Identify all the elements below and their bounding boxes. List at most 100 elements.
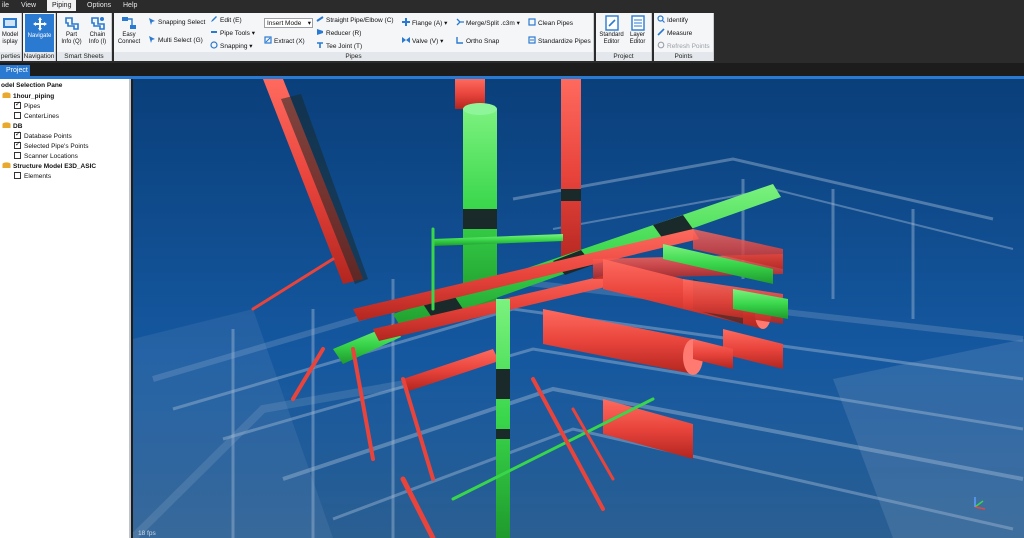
points-group: Identify Measure Refresh Points Points xyxy=(654,13,714,61)
model-selection-pane: odel Selection Pane 1hour_piping Pipes C… xyxy=(0,79,131,538)
tree-item-database-points[interactable]: Database Points xyxy=(14,130,72,142)
extract-label: Extract (X) xyxy=(274,38,305,45)
chevron-down-icon: ▾ xyxy=(516,20,520,27)
measure-label: Measure xyxy=(667,30,693,37)
properties-group: Model isplay perties xyxy=(0,13,22,61)
ortho-snap-label: Ortho Snap xyxy=(466,38,500,45)
tree-item-1hour-piping[interactable]: 1hour_piping xyxy=(2,92,54,102)
edit-button[interactable]: Edit (E) xyxy=(210,15,242,25)
edit-icon xyxy=(211,16,217,22)
tree-item-label: CenterLines xyxy=(24,113,60,120)
standardize-pipes-icon xyxy=(528,36,536,44)
menu-file[interactable]: ile xyxy=(0,0,14,11)
extract-button[interactable]: Extract (X) xyxy=(264,36,305,46)
multi-select-label: Multi Select (G) xyxy=(158,37,203,44)
measure-button[interactable]: Measure xyxy=(657,28,692,38)
snapping-button[interactable]: Snapping ▾ xyxy=(210,41,253,51)
flange-button[interactable]: Flange (A) ▾ xyxy=(402,18,447,28)
database-icon xyxy=(2,122,11,128)
easy-connect-label-1: Easy xyxy=(122,32,136,38)
refresh-points-button[interactable]: Refresh Points xyxy=(657,41,710,51)
layer-editor-label-2: Editor xyxy=(629,39,646,45)
tree-item-scanner-locations[interactable]: Scanner Locations xyxy=(14,152,78,162)
chain-info-label-2: Info (I) xyxy=(88,39,107,45)
valve-button[interactable]: Valve (V) ▾ xyxy=(402,36,443,46)
mode-select[interactable]: Insert Mode ▾ xyxy=(264,18,313,28)
tree-item-label: 1hour_piping xyxy=(13,93,55,100)
tree-item-elements[interactable]: Elements xyxy=(14,172,51,182)
snapping-select-button[interactable]: Snapping Select xyxy=(148,17,205,27)
multi-select-icon xyxy=(149,36,155,43)
properties-group-label: perties xyxy=(0,52,21,61)
scanner-locations-checkbox[interactable] xyxy=(14,152,21,159)
flange-icon xyxy=(402,18,410,26)
database-points-checkbox[interactable] xyxy=(14,130,21,139)
mode-select-value: Insert Mode xyxy=(267,20,302,27)
tree-item-label: Scanner Locations xyxy=(24,153,78,160)
navigate-button[interactable]: Navigate xyxy=(25,14,54,52)
tee-joint-label: Tee Joint (T) xyxy=(326,43,363,50)
navigate-move-icon xyxy=(32,17,47,31)
elements-checkbox[interactable] xyxy=(14,172,21,179)
ortho-snap-icon xyxy=(456,37,463,44)
reducer-label: Reducer (R) xyxy=(326,30,362,37)
clean-pipes-button[interactable]: Clean Pipes xyxy=(528,18,573,28)
standard-editor-button[interactable]: Standard Editor xyxy=(598,15,625,52)
3d-viewport[interactable]: 18 fps xyxy=(133,79,1024,538)
identify-button[interactable]: Identify xyxy=(657,15,688,25)
flange-label: Flange (A) xyxy=(412,20,443,27)
standardize-pipes-button[interactable]: Standardize Pipes xyxy=(528,36,591,46)
tree-item-pipes[interactable]: Pipes xyxy=(14,100,40,112)
model-display-label-1: Model xyxy=(1,32,19,38)
tee-joint-icon xyxy=(317,42,323,48)
part-info-label-1: Part xyxy=(65,32,77,38)
chevron-down-icon: ▾ xyxy=(307,20,311,27)
model-display-label-2: isplay xyxy=(2,39,18,45)
tab-project[interactable]: Project xyxy=(0,65,30,76)
layer-editor-icon xyxy=(630,15,645,31)
selected-pipes-points-checkbox[interactable] xyxy=(14,140,21,149)
merge-split-button[interactable]: Merge/Split .c3m ▾ xyxy=(456,18,520,28)
ortho-snap-button[interactable]: Ortho Snap xyxy=(456,36,499,46)
multi-select-button[interactable]: Multi Select (G) xyxy=(148,35,203,45)
tree-item-selected-pipes-points[interactable]: Selected Pipe's Points xyxy=(14,140,88,152)
model-display-button[interactable]: Model isplay xyxy=(0,15,20,52)
tee-joint-button[interactable]: Tee Joint (T) xyxy=(316,41,362,51)
tab-project-label: Project xyxy=(6,67,28,74)
chevron-down-icon: ▾ xyxy=(251,30,255,37)
menu-help[interactable]: Help xyxy=(118,0,142,11)
pipe-tools-label: Pipe Tools xyxy=(220,30,250,37)
menu-options[interactable]: Options xyxy=(82,0,116,11)
menu-view[interactable]: View xyxy=(16,0,41,11)
smart-sheets-group: Part Info (Q) Chain Info (I) Smart Sheet… xyxy=(57,13,112,61)
part-info-button[interactable]: Part Info (Q) xyxy=(59,15,84,52)
ribbon: Model isplay perties Navigate Navigation… xyxy=(0,11,1024,63)
chevron-down-icon: ▾ xyxy=(249,43,253,50)
merge-split-label: Merge/Split .c3m xyxy=(466,20,515,27)
straight-pipe-button[interactable]: Straight Pipe/Elbow (C) xyxy=(316,15,394,25)
smart-sheets-group-label: Smart Sheets xyxy=(57,52,111,61)
tree-item-centerlines[interactable]: CenterLines xyxy=(14,112,59,122)
chain-info-button[interactable]: Chain Info (I) xyxy=(85,15,110,52)
edit-label: Edit (E) xyxy=(220,17,242,24)
tree-item-structure-model[interactable]: Structure Model E3D_ASIC xyxy=(2,162,96,172)
clean-pipes-label: Clean Pipes xyxy=(538,20,574,27)
navigation-group-label: Navigation xyxy=(23,52,55,61)
easy-connect-button[interactable]: Easy Connect xyxy=(116,15,142,52)
chain-info-icon xyxy=(90,17,105,30)
navigate-label: Navigate xyxy=(27,33,52,39)
centerlines-checkbox[interactable] xyxy=(14,112,21,119)
menu-piping[interactable]: Piping xyxy=(47,0,77,11)
reducer-button[interactable]: Reducer (R) xyxy=(316,28,361,38)
database-icon xyxy=(2,92,11,98)
pipes-checkbox[interactable] xyxy=(14,100,21,109)
part-info-icon xyxy=(64,17,79,30)
straight-pipe-icon xyxy=(316,16,324,22)
layer-editor-button[interactable]: Layer Editor xyxy=(625,15,650,52)
extract-icon xyxy=(264,36,272,44)
valve-label: Valve (V) xyxy=(412,38,439,45)
easy-connect-icon xyxy=(122,17,136,29)
standard-editor-icon xyxy=(604,15,619,31)
pipe-tools-button[interactable]: Pipe Tools ▾ xyxy=(210,28,255,38)
chevron-down-icon: ▾ xyxy=(444,20,448,27)
